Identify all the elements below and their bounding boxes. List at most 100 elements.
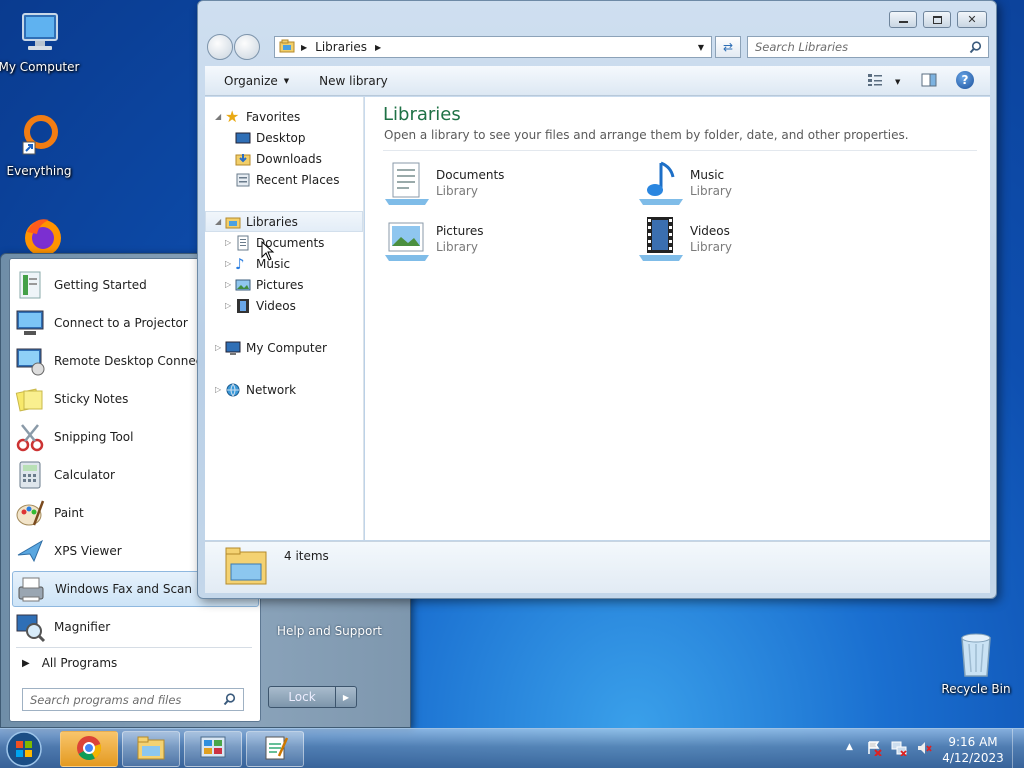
nav-documents[interactable]: ▷ Documents xyxy=(205,232,363,253)
view-options-button[interactable]: ▼ xyxy=(867,73,900,90)
nav-label: Favorites xyxy=(246,109,301,124)
nav-favorites[interactable]: ◢ ★ Favorites xyxy=(205,106,363,127)
collapsed-arrow-icon: ▷ xyxy=(215,343,222,352)
library-type: Library xyxy=(690,240,732,254)
start-button[interactable] xyxy=(4,730,44,768)
sticky-notes-icon xyxy=(14,383,46,415)
libraries-icon xyxy=(279,39,295,56)
page-subtitle: Open a library to see your files and arr… xyxy=(384,128,909,142)
network-status-icon[interactable] xyxy=(891,740,907,759)
maximize-button[interactable] xyxy=(923,11,951,28)
breadcrumb-chevron-icon: ▶ xyxy=(301,42,308,52)
new-library-button[interactable]: New library xyxy=(319,74,388,88)
desktop-icon-everything[interactable]: Everything xyxy=(0,112,84,178)
search-icon xyxy=(223,693,236,709)
desktop-icon-label: Recycle Bin xyxy=(941,682,1011,696)
forward-button[interactable] xyxy=(234,34,260,60)
clock-date: 4/12/2023 xyxy=(942,751,1004,765)
expanded-arrow-icon: ◢ xyxy=(215,217,222,226)
nav-label: Desktop xyxy=(256,130,306,145)
search-input[interactable]: Search Libraries xyxy=(747,36,989,58)
taskbar-notepad[interactable] xyxy=(246,731,304,767)
nav-desktop[interactable]: Desktop xyxy=(205,127,363,148)
nav-label: Downloads xyxy=(256,151,322,166)
refresh-button[interactable]: ⇄ xyxy=(715,36,741,58)
close-button[interactable]: ✕ xyxy=(957,11,987,28)
everything-icon xyxy=(15,112,63,160)
nav-my-computer[interactable]: ▷ My Computer xyxy=(205,337,363,358)
taskbar-chrome[interactable] xyxy=(60,731,118,767)
calculator-icon xyxy=(14,459,46,491)
library-type: Library xyxy=(690,184,732,198)
library-type: Library xyxy=(436,184,478,198)
start-item-label: XPS Viewer xyxy=(54,544,122,558)
videos-icon xyxy=(235,298,251,314)
desktop-icon-label: Everything xyxy=(6,164,72,178)
chrome-icon xyxy=(75,734,103,765)
taskbar-explorer[interactable] xyxy=(122,731,180,767)
desktop-icon-my-computer[interactable]: My Computer xyxy=(0,8,84,74)
show-hidden-icons-icon[interactable]: ▲ xyxy=(846,742,853,752)
lock-button[interactable]: Lock xyxy=(268,686,336,708)
fax-scan-icon xyxy=(15,573,47,605)
nav-label: My Computer xyxy=(246,340,327,355)
nav-downloads[interactable]: Downloads xyxy=(205,148,363,169)
start-item-label: Magnifier xyxy=(54,620,111,634)
address-bar[interactable]: ▶ Libraries ▶ ▼ xyxy=(274,36,712,58)
shutdown-options-button[interactable]: ▶ xyxy=(336,686,357,708)
address-dropdown-icon[interactable]: ▼ xyxy=(698,43,704,52)
volume-muted-icon[interactable] xyxy=(916,740,932,759)
clock-time: 9:16 AM xyxy=(948,735,998,749)
organize-label: Organize xyxy=(224,73,278,88)
breadcrumb-libraries[interactable]: Libraries xyxy=(315,40,367,54)
nav-videos[interactable]: ▷ Videos xyxy=(205,295,363,316)
show-desktop-button[interactable] xyxy=(1012,729,1024,768)
getting-started-icon xyxy=(14,269,46,301)
start-item-magnifier[interactable]: Magnifier xyxy=(12,609,259,645)
minimize-button[interactable] xyxy=(889,11,917,28)
back-button[interactable] xyxy=(207,34,233,60)
system-clock[interactable]: 9:16 AM 4/12/2023 xyxy=(940,734,1006,766)
preview-pane-icon xyxy=(921,73,937,90)
organize-button[interactable]: Organize ▼ xyxy=(224,74,289,88)
navigation-pane: ◢ ★ Favorites Desktop Downloads Recent P… xyxy=(205,97,364,540)
nav-music[interactable]: ▷ ♪ Music xyxy=(205,253,363,274)
library-name: Documents xyxy=(436,168,505,182)
help-button[interactable]: ? xyxy=(956,71,974,89)
all-programs-button[interactable]: ▶ All Programs xyxy=(18,651,254,675)
library-pictures[interactable]: Pictures Library xyxy=(383,215,623,265)
preview-pane-button[interactable] xyxy=(921,73,937,90)
content-divider xyxy=(383,150,977,151)
nav-libraries[interactable]: ◢ Libraries xyxy=(205,211,363,232)
library-name: Videos xyxy=(690,224,730,238)
start-search-input[interactable]: Search programs and files xyxy=(22,688,244,711)
content-pane: Libraries Open a library to see your fil… xyxy=(365,97,990,540)
nav-pictures[interactable]: ▷ Pictures xyxy=(205,274,363,295)
help-icon: ? xyxy=(961,73,969,87)
mouse-pointer-icon xyxy=(261,240,275,264)
desktop-icon-recycle-bin[interactable]: Recycle Bin xyxy=(938,630,1014,696)
library-documents[interactable]: Documents Library xyxy=(383,159,623,209)
help-and-support-link[interactable]: Help and Support xyxy=(277,624,382,638)
pictures-icon xyxy=(235,277,251,293)
taskbar-control-panel[interactable] xyxy=(184,731,242,767)
library-music[interactable]: Music Library xyxy=(637,159,877,209)
library-videos[interactable]: Videos Library xyxy=(637,215,877,265)
collapsed-arrow-icon: ▷ xyxy=(225,301,232,310)
desktop-icon xyxy=(235,130,251,146)
maximize-icon xyxy=(932,15,942,24)
action-center-icon[interactable] xyxy=(866,740,882,759)
nav-recent-places[interactable]: Recent Places xyxy=(205,169,363,190)
remote-desktop-icon xyxy=(14,345,46,377)
folder-icon xyxy=(136,735,166,764)
taskbar: ▲ 9:16 AM 4/12/2023 xyxy=(0,728,1024,768)
refresh-icon: ⇄ xyxy=(722,40,734,54)
explorer-window: ✕ ▶ Libraries ▶ ▼ ⇄ Search Libraries Org… xyxy=(197,0,997,599)
nav-network[interactable]: ▷ Network xyxy=(205,379,363,400)
library-folder-icon xyxy=(223,544,271,595)
breadcrumb-chevron-icon: ▶ xyxy=(374,42,382,52)
music-icon: ♪ xyxy=(235,254,245,273)
star-icon: ★ xyxy=(225,106,240,126)
library-type: Library xyxy=(436,240,478,254)
control-panel-icon xyxy=(198,734,228,765)
